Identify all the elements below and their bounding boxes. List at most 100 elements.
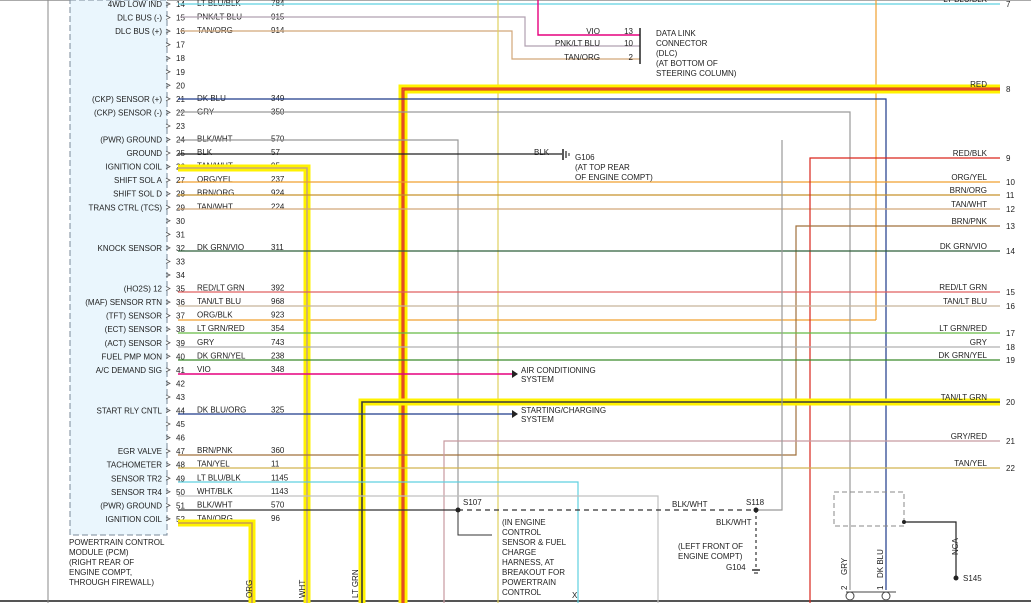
right-wire-color: RED/LT GRN bbox=[939, 283, 987, 292]
pin-number: 20 bbox=[176, 81, 185, 90]
s118-wire-in: BLK/WHT bbox=[672, 500, 708, 509]
pin-label: FUEL PMP MON bbox=[102, 352, 163, 361]
right-wire-number: 7 bbox=[1006, 0, 1011, 9]
svg-text:X: X bbox=[572, 591, 578, 600]
pin-number: 33 bbox=[176, 257, 185, 266]
pin-label: KNOCK SENSOR bbox=[98, 244, 163, 253]
pin-label: (CKP) SENSOR (-) bbox=[94, 108, 162, 117]
right-wire-number: 20 bbox=[1006, 398, 1015, 407]
pin-wire-color: TAN/LT BLU bbox=[197, 297, 241, 306]
pin-circuit-number: 1143 bbox=[271, 487, 289, 496]
pin-circuit-number: 348 bbox=[271, 365, 285, 374]
svg-text:ORG: ORG bbox=[245, 580, 254, 598]
svg-text:2: 2 bbox=[629, 53, 634, 62]
svg-text:2: 2 bbox=[840, 585, 849, 590]
right-wire-number: 18 bbox=[1006, 343, 1015, 352]
pin-wire-color: DK BLU bbox=[197, 94, 226, 103]
right-wire-color: LT BLU/BLK bbox=[943, 0, 987, 4]
svg-text:PNK/LT BLU: PNK/LT BLU bbox=[555, 39, 600, 48]
pin-wire-color: ORG/BLK bbox=[197, 311, 233, 320]
pin-wire-color: LT BLU/BLK bbox=[197, 473, 241, 482]
splice-s145-dot bbox=[953, 575, 959, 581]
ground-g104-icon bbox=[752, 569, 760, 574]
right-wire-number: 8 bbox=[1006, 85, 1011, 94]
pin-circuit-number: 392 bbox=[271, 284, 285, 293]
pin-wire-color: GRY bbox=[197, 338, 215, 347]
pin-label: DLC BUS (+) bbox=[115, 27, 162, 36]
right-wire-number: 17 bbox=[1006, 329, 1015, 338]
pin-wire-color: BRN/PNK bbox=[197, 446, 233, 455]
pin-number: 37 bbox=[176, 312, 185, 321]
connector-pin-1-icon bbox=[881, 591, 891, 601]
pin-wire-color: VIO bbox=[197, 365, 211, 374]
right-wire-color: BRN/PNK bbox=[951, 217, 987, 226]
right-wire-color: ORG/YEL bbox=[951, 173, 987, 182]
right-wire-number: 13 bbox=[1006, 222, 1015, 231]
wires bbox=[178, 0, 1000, 603]
pin-label: (HO2S) 12 bbox=[124, 285, 163, 294]
pin-number: 29 bbox=[176, 203, 185, 212]
pin-circuit-number: 924 bbox=[271, 189, 285, 198]
right-wire-color: GRY bbox=[970, 338, 988, 347]
svg-text:TAN/ORG: TAN/ORG bbox=[564, 53, 600, 62]
pin-number: 19 bbox=[176, 68, 185, 77]
harness-note: (IN ENGINE CONTROL SENSOR & FUEL CHARGE … bbox=[502, 518, 568, 597]
starting-system-label: STARTING/CHARGING SYSTEM bbox=[521, 406, 608, 424]
right-wire-color: LT GRN/RED bbox=[939, 324, 987, 333]
dlc-label: DATA LINK CONNECTOR (DLC) (AT BOTTOM OF … bbox=[656, 29, 737, 78]
s145-label: S145 bbox=[963, 574, 982, 583]
pin-circuit-number: 224 bbox=[271, 202, 285, 211]
pin-wire-color: BRN/ORG bbox=[197, 189, 234, 198]
pin-number: 31 bbox=[176, 230, 185, 239]
pin-wire-color: DK BLU/ORG bbox=[197, 406, 246, 415]
pin-label: EGR VALVE bbox=[118, 447, 162, 456]
svg-text:WHT: WHT bbox=[298, 580, 307, 598]
right-wire-color: RED bbox=[970, 80, 987, 89]
right-wire-number: 9 bbox=[1006, 154, 1011, 163]
pin-label: START RLY CNTL bbox=[97, 407, 163, 416]
pin-circuit-number: 360 bbox=[271, 446, 285, 455]
right-wire-color: DK GRN/VIO bbox=[940, 242, 987, 251]
svg-text:1: 1 bbox=[876, 585, 885, 590]
pin-wire-color: BLK/WHT bbox=[197, 500, 233, 509]
pin-label: IGNITION COIL bbox=[106, 515, 163, 524]
right-wire-color: TAN/LT BLU bbox=[943, 297, 987, 306]
s107-label: S107 bbox=[463, 498, 482, 507]
right-wire-color: GRY/RED bbox=[951, 432, 988, 441]
nca-label: NCA bbox=[951, 537, 960, 555]
pin-circuit-number: 238 bbox=[271, 351, 285, 360]
right-wire-number: 16 bbox=[1006, 302, 1015, 311]
wiring-diagram: POWERTRAIN CONTROL MODULE (PCM) (RIGHT R… bbox=[0, 0, 1031, 603]
svg-text:13: 13 bbox=[624, 27, 633, 36]
pin-circuit-number: 1145 bbox=[271, 473, 289, 482]
pin-label: TACHOMETER bbox=[107, 461, 163, 470]
pin-circuit-number: 325 bbox=[271, 406, 285, 415]
pin-wire-color: DK GRN/YEL bbox=[197, 351, 246, 360]
g106-wire-color: BLK bbox=[534, 148, 550, 157]
svg-text:LT GRN: LT GRN bbox=[351, 569, 360, 598]
pin-label: GROUND bbox=[126, 149, 162, 158]
pin-circuit-number: 923 bbox=[271, 311, 285, 320]
pin-circuit-number: 570 bbox=[271, 135, 285, 144]
pin-number: 22 bbox=[176, 108, 185, 117]
pin-circuit-number: 354 bbox=[271, 324, 285, 333]
right-wire-color: TAN/WHT bbox=[951, 200, 987, 209]
pin-circuit-number: 237 bbox=[271, 175, 285, 184]
pin-circuit-number: 968 bbox=[271, 297, 285, 306]
right-wire-number: 14 bbox=[1006, 247, 1015, 256]
pin-label: SENSOR TR4 bbox=[111, 488, 163, 497]
splice-s118-dot bbox=[753, 507, 759, 513]
pin-label: SHIFT SOL D bbox=[113, 190, 162, 199]
pin-circuit-number: 57 bbox=[271, 148, 280, 157]
pin-wire-color: BLK bbox=[197, 148, 213, 157]
pin-label: TRANS CTRL (TCS) bbox=[89, 203, 163, 212]
pin-label: (MAF) SENSOR RTN bbox=[85, 298, 162, 307]
right-wire-number: 11 bbox=[1006, 191, 1015, 200]
pin-circuit-number: 570 bbox=[271, 500, 285, 509]
pin-number: 42 bbox=[176, 379, 185, 388]
right-wire-number: 19 bbox=[1006, 356, 1015, 365]
pin-label: (PWR) GROUND bbox=[100, 136, 162, 145]
s118-label: S118 bbox=[746, 498, 765, 507]
pin-number: 28 bbox=[176, 190, 185, 199]
pin-label: (ECT) SENSOR bbox=[105, 325, 163, 334]
